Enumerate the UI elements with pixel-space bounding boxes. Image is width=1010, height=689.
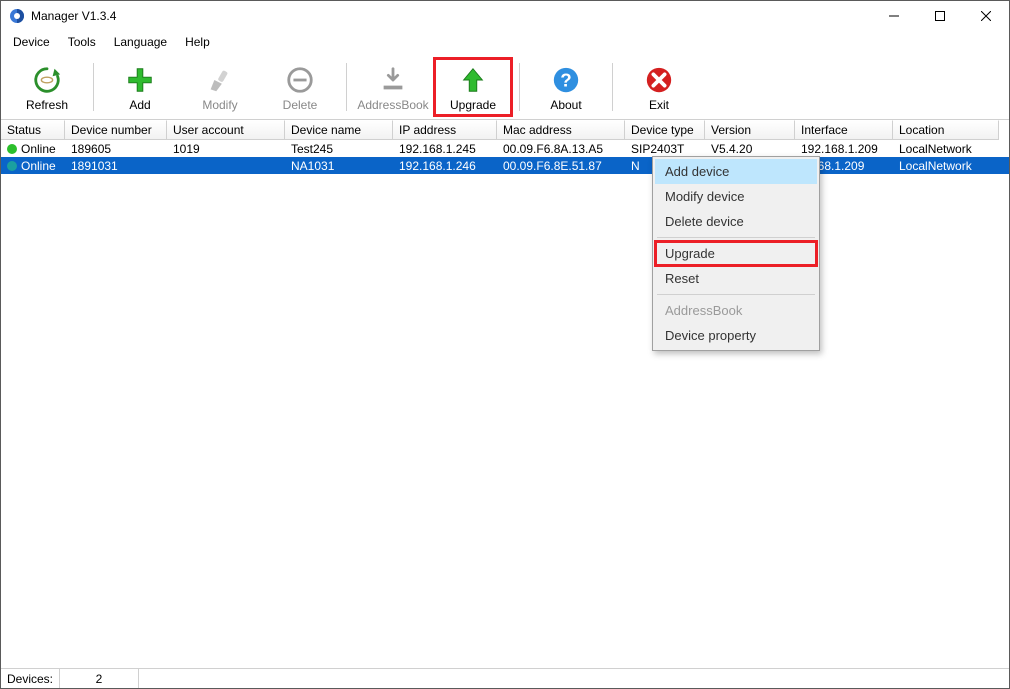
- upgrade-label: Upgrade: [450, 98, 496, 112]
- col-device-type[interactable]: Device type: [625, 120, 705, 140]
- delete-label: Delete: [283, 98, 318, 112]
- menu-language[interactable]: Language: [106, 33, 175, 51]
- status-dot-icon: [7, 144, 17, 154]
- cell: 189605: [65, 142, 167, 156]
- col-location[interactable]: Location: [893, 120, 999, 140]
- addressbook-label: AddressBook: [357, 98, 428, 112]
- close-circle-icon: [643, 64, 675, 96]
- cell: SIP2403T: [625, 142, 705, 156]
- minimize-button[interactable]: [871, 1, 917, 31]
- exit-label: Exit: [649, 98, 669, 112]
- ctx-modify-device[interactable]: Modify device: [655, 184, 817, 209]
- col-user-account[interactable]: User account: [167, 120, 285, 140]
- ctx-delete-device[interactable]: Delete device: [655, 209, 817, 234]
- cell: 1019: [167, 142, 285, 156]
- modify-button[interactable]: Modify: [180, 57, 260, 117]
- cell: 192.168.1.245: [393, 142, 497, 156]
- add-button[interactable]: Add: [100, 57, 180, 117]
- window-title: Manager V1.3.4: [31, 9, 871, 23]
- col-device-name[interactable]: Device name: [285, 120, 393, 140]
- upgrade-button[interactable]: Upgrade: [433, 57, 513, 117]
- svg-text:?: ?: [560, 70, 571, 91]
- brush-icon: [204, 64, 236, 96]
- question-icon: ?: [550, 64, 582, 96]
- col-interface[interactable]: Interface: [795, 120, 893, 140]
- title-bar: Manager V1.3.4: [1, 1, 1009, 31]
- plus-icon: [124, 64, 156, 96]
- refresh-label: Refresh: [26, 98, 68, 112]
- ctx-addressbook[interactable]: AddressBook: [655, 298, 817, 323]
- ctx-separator: [657, 294, 815, 295]
- about-button[interactable]: ? About: [526, 57, 606, 117]
- app-window: Manager V1.3.4 Device Tools Language Hel…: [0, 0, 1010, 689]
- device-table: Status Device number User account Device…: [1, 119, 1009, 668]
- col-ip-address[interactable]: IP address: [393, 120, 497, 140]
- close-button[interactable]: [963, 1, 1009, 31]
- col-version[interactable]: Version: [705, 120, 795, 140]
- col-status[interactable]: Status: [1, 120, 65, 140]
- cell: 192.168.1.246: [393, 159, 497, 173]
- window-controls: [871, 1, 1009, 31]
- menu-help[interactable]: Help: [177, 33, 218, 51]
- about-label: About: [550, 98, 581, 112]
- table-row[interactable]: Online 1891031 NA1031192.168.1.24600.09.F6…: [1, 157, 1009, 174]
- status-count: 2: [59, 669, 139, 688]
- ctx-device-property[interactable]: Device property: [655, 323, 817, 348]
- cell: Online: [1, 159, 65, 173]
- status-label: Devices:: [1, 672, 59, 686]
- menu-tools[interactable]: Tools: [60, 33, 104, 51]
- refresh-icon: [31, 64, 63, 96]
- addressbook-button[interactable]: AddressBook: [353, 57, 433, 117]
- menu-device[interactable]: Device: [5, 33, 58, 51]
- context-menu: Add device Modify device Delete device U…: [652, 156, 820, 351]
- toolbar: Refresh Add Modify Delete Addr: [1, 53, 1009, 119]
- status-bar: Devices: 2: [1, 668, 1009, 688]
- col-mac-address[interactable]: Mac address: [497, 120, 625, 140]
- col-device-number[interactable]: Device number: [65, 120, 167, 140]
- table-body: Online 1896051019Test245192.168.1.24500.0…: [1, 140, 1009, 668]
- cell: NA1031: [285, 159, 393, 173]
- toolbar-separator: [93, 63, 94, 111]
- cell: 192.168.1.209: [795, 142, 893, 156]
- cell: Test245: [285, 142, 393, 156]
- status-dot-icon: [7, 161, 17, 171]
- table-header: Status Device number User account Device…: [1, 120, 1009, 140]
- status-text: Online: [21, 159, 56, 173]
- table-row[interactable]: Online 1896051019Test245192.168.1.24500.0…: [1, 140, 1009, 157]
- add-label: Add: [129, 98, 150, 112]
- ctx-add-device[interactable]: Add device: [655, 159, 817, 184]
- toolbar-separator: [612, 63, 613, 111]
- cell: 1891031: [65, 159, 167, 173]
- cell: V5.4.20: [705, 142, 795, 156]
- refresh-button[interactable]: Refresh: [7, 57, 87, 117]
- cell: LocalNetwork: [893, 142, 999, 156]
- maximize-button[interactable]: [917, 1, 963, 31]
- app-icon: [9, 8, 25, 24]
- minus-circle-icon: [284, 64, 316, 96]
- modify-label: Modify: [202, 98, 237, 112]
- menu-bar: Device Tools Language Help: [1, 31, 1009, 53]
- toolbar-separator: [346, 63, 347, 111]
- ctx-reset[interactable]: Reset: [655, 266, 817, 291]
- cell: LocalNetwork: [893, 159, 999, 173]
- arrow-up-icon: [457, 64, 489, 96]
- cell: Online: [1, 142, 65, 156]
- status-text: Online: [21, 142, 56, 156]
- download-icon: [377, 64, 409, 96]
- cell: 00.09.F6.8E.51.87: [497, 159, 625, 173]
- ctx-separator: [657, 237, 815, 238]
- delete-button[interactable]: Delete: [260, 57, 340, 117]
- cell: 00.09.F6.8A.13.A5: [497, 142, 625, 156]
- toolbar-separator: [519, 63, 520, 111]
- ctx-upgrade[interactable]: Upgrade: [655, 241, 817, 266]
- exit-button[interactable]: Exit: [619, 57, 699, 117]
